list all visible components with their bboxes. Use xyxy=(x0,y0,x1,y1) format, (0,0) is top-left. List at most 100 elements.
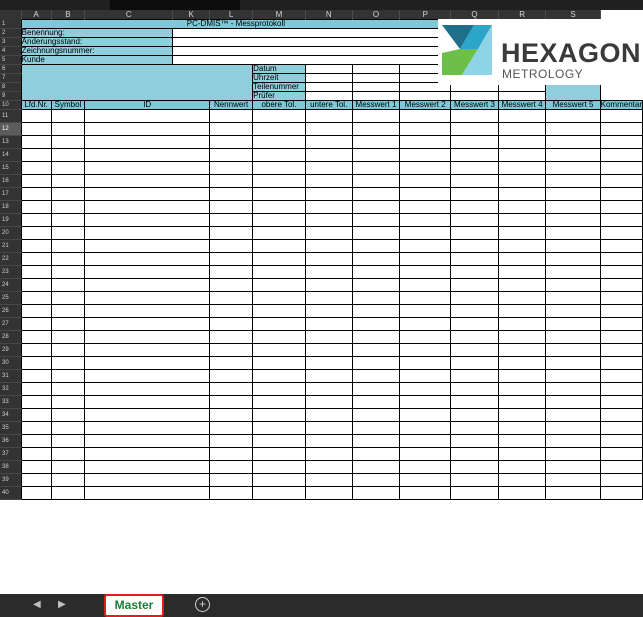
cell[interactable] xyxy=(84,265,211,279)
cell[interactable] xyxy=(252,343,306,357)
cell[interactable] xyxy=(252,187,306,201)
cell[interactable] xyxy=(351,382,401,396)
cell[interactable] xyxy=(497,382,547,396)
cell[interactable] xyxy=(304,421,353,435)
cell[interactable] xyxy=(497,408,547,422)
cell[interactable] xyxy=(209,278,254,292)
table-row[interactable]: 23 xyxy=(0,265,643,279)
cell[interactable] xyxy=(545,174,601,188)
cell[interactable] xyxy=(252,421,306,435)
cell[interactable] xyxy=(304,122,353,136)
cell[interactable] xyxy=(304,265,353,279)
cell[interactable] xyxy=(351,486,401,500)
cell[interactable] xyxy=(20,226,52,240)
cell[interactable] xyxy=(209,356,254,370)
sheet-tab-master[interactable]: Master xyxy=(104,594,164,617)
cell[interactable] xyxy=(84,486,211,500)
cell[interactable] xyxy=(20,109,52,123)
cell[interactable] xyxy=(50,408,86,422)
cell[interactable] xyxy=(252,200,306,214)
cell[interactable] xyxy=(351,109,401,123)
cell[interactable] xyxy=(599,408,643,422)
cell[interactable] xyxy=(497,187,547,201)
cell[interactable] xyxy=(599,382,643,396)
cell[interactable] xyxy=(84,213,211,227)
cell[interactable] xyxy=(304,278,353,292)
table-row[interactable]: 22 xyxy=(0,252,643,266)
table-row[interactable]: 20 xyxy=(0,226,643,240)
cell[interactable] xyxy=(599,278,643,292)
cell[interactable] xyxy=(545,291,601,305)
cell[interactable] xyxy=(304,473,353,487)
row-header[interactable]: 39 xyxy=(0,473,22,487)
cell[interactable] xyxy=(50,447,86,461)
cell[interactable] xyxy=(351,73,401,83)
row-header[interactable]: 35 xyxy=(0,421,22,435)
cell[interactable] xyxy=(84,330,211,344)
cell[interactable] xyxy=(84,174,211,188)
cell[interactable] xyxy=(20,330,52,344)
cell[interactable] xyxy=(20,187,52,201)
cell[interactable] xyxy=(450,330,499,344)
row-header[interactable]: 9 xyxy=(0,91,22,101)
cell[interactable] xyxy=(545,447,601,461)
cell[interactable] xyxy=(252,239,306,253)
cell[interactable] xyxy=(304,291,353,305)
row-header[interactable]: 22 xyxy=(0,252,22,266)
cell[interactable] xyxy=(399,122,452,136)
cell[interactable] xyxy=(497,265,547,279)
cell[interactable] xyxy=(599,291,643,305)
cell[interactable] xyxy=(399,304,452,318)
cell[interactable] xyxy=(20,460,52,474)
field-label[interactable]: Benennung: xyxy=(20,28,174,38)
scroll-right-icon[interactable]: ▶ xyxy=(58,599,66,610)
row-header[interactable]: 8 xyxy=(0,82,22,92)
cell[interactable] xyxy=(50,382,86,396)
cell[interactable] xyxy=(84,200,211,214)
row-header[interactable]: 2 xyxy=(0,28,22,38)
cell[interactable] xyxy=(399,343,452,357)
cell[interactable] xyxy=(304,174,353,188)
cell[interactable] xyxy=(599,447,643,461)
row-header[interactable]: 11 xyxy=(0,109,22,123)
cell[interactable] xyxy=(209,304,254,318)
cell[interactable] xyxy=(351,369,401,383)
cell[interactable] xyxy=(84,278,211,292)
cell[interactable] xyxy=(304,356,353,370)
cell[interactable] xyxy=(20,252,52,266)
cell[interactable] xyxy=(209,213,254,227)
header-messwert-1[interactable]: Messwert 1 xyxy=(351,100,401,110)
header-id[interactable]: ID xyxy=(84,100,211,110)
cell[interactable] xyxy=(399,239,452,253)
cell[interactable] xyxy=(351,291,401,305)
cell[interactable] xyxy=(399,213,452,227)
cell[interactable] xyxy=(304,434,353,448)
cell[interactable] xyxy=(399,434,452,448)
cell[interactable] xyxy=(399,200,452,214)
cell[interactable] xyxy=(351,408,401,422)
cell[interactable] xyxy=(20,356,52,370)
field-label[interactable]: Kunde xyxy=(20,55,174,65)
cell[interactable] xyxy=(497,447,547,461)
cell[interactable] xyxy=(545,486,601,500)
cell[interactable] xyxy=(545,135,601,149)
cell[interactable] xyxy=(351,174,401,188)
cell[interactable] xyxy=(50,135,86,149)
cell[interactable] xyxy=(399,395,452,409)
cell[interactable] xyxy=(209,226,254,240)
cell[interactable] xyxy=(351,421,401,435)
cell[interactable] xyxy=(497,239,547,253)
table-row[interactable]: 31 xyxy=(0,369,643,383)
cell[interactable] xyxy=(304,330,353,344)
cell[interactable] xyxy=(252,395,306,409)
header-messwert-3[interactable]: Messwert 3 xyxy=(450,100,499,110)
cell[interactable] xyxy=(50,278,86,292)
cell[interactable] xyxy=(304,109,353,123)
cell[interactable] xyxy=(497,161,547,175)
cell[interactable] xyxy=(209,174,254,188)
cell[interactable] xyxy=(599,148,643,162)
info-label[interactable]: Datum xyxy=(252,64,306,74)
cell[interactable] xyxy=(599,330,643,344)
cell[interactable] xyxy=(351,265,401,279)
row-header[interactable]: 19 xyxy=(0,213,22,227)
